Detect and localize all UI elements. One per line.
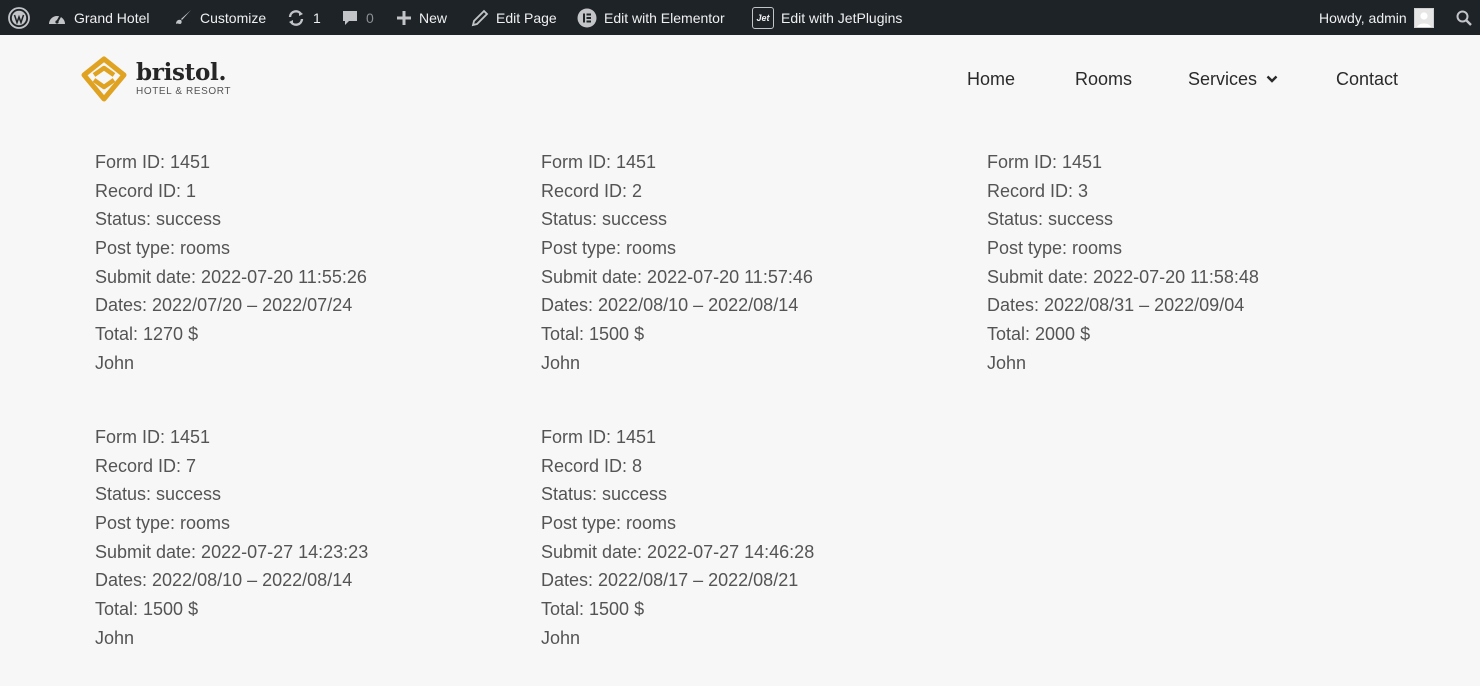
record-name: John (541, 627, 581, 648)
edit-jetplugins-label: Edit with JetPlugins (781, 9, 903, 26)
record-dates: Dates: 2022/07/20 – 2022/07/24 (95, 295, 353, 316)
record-dates: Dates: 2022/08/10 – 2022/08/14 (541, 295, 799, 316)
record-name: John (95, 627, 135, 648)
record-dates: Dates: 2022/08/10 – 2022/08/14 (95, 570, 353, 591)
record-total: Total: 1500 $ (541, 599, 645, 620)
search-icon[interactable] (1455, 0, 1473, 35)
record-submit-date: Submit date: 2022-07-27 14:23:23 (95, 541, 369, 562)
nav-services[interactable]: Services (1188, 68, 1278, 90)
record-submit-date: Submit date: 2022-07-27 14:46:28 (541, 541, 815, 562)
record-name: John (541, 352, 581, 373)
logo-tagline: HOTEL & RESORT (136, 85, 232, 97)
record-record-id: Record ID: 2 (541, 180, 643, 201)
edit-with-jetplugins-link[interactable]: Jet Edit with JetPlugins (752, 0, 902, 35)
record-total: Total: 1270 $ (95, 324, 199, 345)
record-status: Status: success (541, 484, 668, 505)
wordpress-logo-icon[interactable] (8, 0, 30, 35)
howdy-label: Howdy, admin (1319, 9, 1407, 26)
record-total: Total: 1500 $ (95, 599, 199, 620)
nav-rooms[interactable]: Rooms (1075, 68, 1132, 90)
elementor-icon (577, 8, 597, 27)
nav-contact[interactable]: Contact (1336, 68, 1398, 90)
paintbrush-icon (176, 9, 191, 24)
record-card: Form ID: 1451 Record ID: 8 Status: succe… (541, 423, 961, 653)
record-submit-date: Submit date: 2022-07-20 11:57:46 (541, 266, 813, 287)
dashboard-icon (49, 14, 65, 24)
chevron-down-icon (1266, 75, 1278, 83)
edit-page-label: Edit Page (496, 9, 557, 26)
plus-icon (397, 10, 411, 25)
comment-icon (343, 10, 357, 25)
customize-menu[interactable]: Customize (173, 0, 266, 35)
record-status: Status: success (95, 209, 222, 230)
avatar (1413, 7, 1434, 28)
record-total: Total: 1500 $ (541, 324, 645, 345)
nav-rooms-label: Rooms (1075, 69, 1133, 89)
my-account-menu[interactable]: Howdy, admin (1319, 0, 1434, 35)
record-dates: Dates: 2022/08/31 – 2022/09/04 (987, 295, 1245, 316)
record-card: Form ID: 1451 Record ID: 1 Status: succe… (95, 148, 515, 378)
record-status: Status: success (987, 209, 1114, 230)
edit-page-link[interactable]: Edit Page (471, 0, 557, 35)
record-form-id: Form ID: 1451 (987, 152, 1103, 172)
record-post-type: Post type: rooms (95, 238, 231, 259)
new-label: New (419, 9, 448, 26)
updates-menu[interactable]: 1 (286, 0, 321, 35)
record-card: Form ID: 1451 Record ID: 3 Status: succe… (987, 148, 1407, 378)
comments-count: 0 (366, 9, 374, 26)
record-form-id: Form ID: 1451 (95, 152, 211, 172)
record-record-id: Record ID: 7 (95, 455, 197, 476)
record-card: Form ID: 1451 Record ID: 2 Status: succe… (541, 148, 961, 378)
record-form-id: Form ID: 1451 (541, 152, 657, 172)
record-post-type: Post type: rooms (95, 513, 231, 534)
record-card: Form ID: 1451 Record ID: 7 Status: succe… (95, 423, 515, 653)
record-name: John (987, 352, 1027, 373)
record-record-id: Record ID: 1 (95, 180, 197, 201)
record-record-id: Record ID: 3 (987, 180, 1089, 201)
record-post-type: Post type: rooms (541, 238, 677, 259)
edit-with-elementor-link[interactable]: Edit with Elementor (577, 0, 725, 35)
record-record-id: Record ID: 8 (541, 455, 643, 476)
site-name-menu[interactable]: Grand Hotel (47, 0, 149, 35)
record-status: Status: success (541, 209, 668, 230)
bristol-logo-icon (81, 56, 127, 102)
record-status: Status: success (95, 484, 222, 505)
new-content-menu[interactable]: New (396, 0, 447, 35)
nav-contact-label: Contact (1336, 69, 1399, 89)
record-form-id: Form ID: 1451 (95, 427, 211, 447)
updates-count: 1 (313, 9, 321, 26)
record-name: John (95, 352, 135, 373)
record-post-type: Post type: rooms (987, 238, 1123, 259)
site-logo[interactable]: bristol. HOTEL & RESORT (81, 56, 231, 102)
record-total: Total: 2000 $ (987, 324, 1091, 345)
pencil-icon (471, 9, 489, 26)
comments-menu[interactable]: 0 (341, 0, 374, 35)
record-submit-date: Submit date: 2022-07-20 11:55:26 (95, 266, 367, 287)
admin-bar: Grand Hotel Customize 1 0 New Edit Page … (0, 0, 1480, 35)
edit-elementor-label: Edit with Elementor (604, 9, 725, 26)
logo-name: bristol. (136, 58, 227, 86)
customize-label: Customize (200, 9, 267, 26)
nav-home[interactable]: Home (967, 68, 1015, 90)
site-name-label: Grand Hotel (74, 9, 150, 26)
updates-icon (288, 9, 304, 26)
record-form-id: Form ID: 1451 (541, 427, 657, 447)
nav-services-label: Services (1188, 69, 1258, 89)
record-dates: Dates: 2022/08/17 – 2022/08/21 (541, 570, 799, 591)
record-submit-date: Submit date: 2022-07-20 11:58:48 (987, 266, 1259, 287)
jetplugins-icon: Jet (752, 6, 774, 29)
nav-home-label: Home (967, 69, 1016, 89)
record-post-type: Post type: rooms (541, 513, 677, 534)
